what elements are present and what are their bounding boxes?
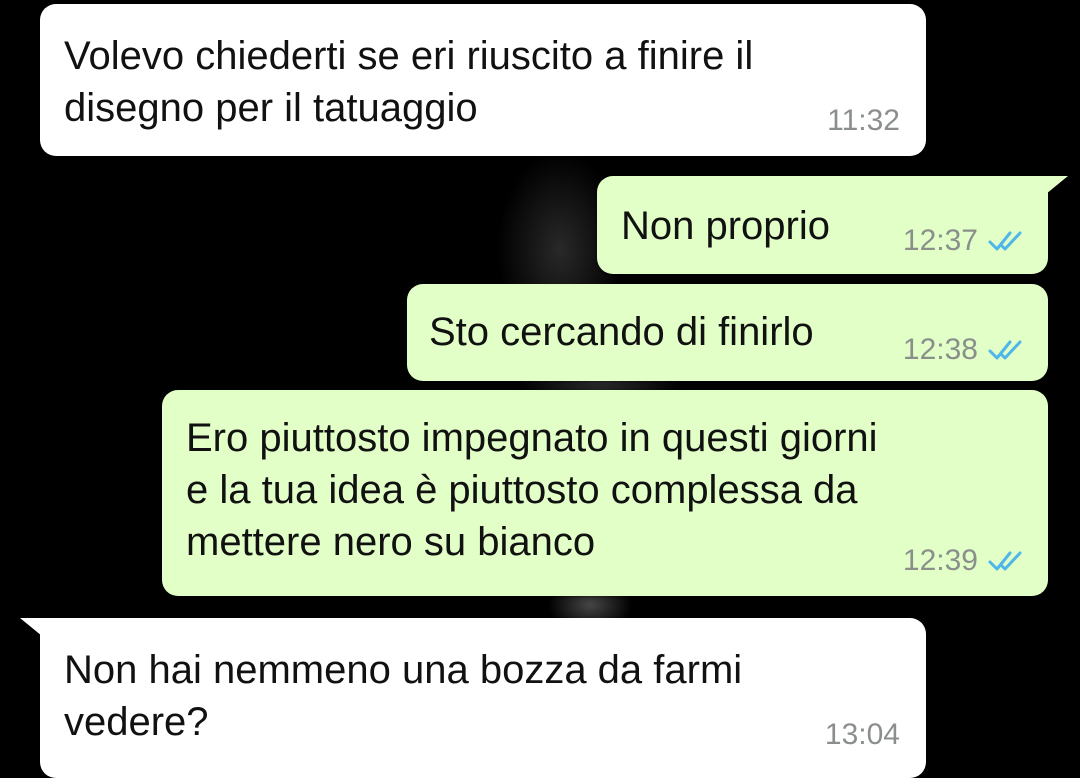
message-time: 11:32: [827, 104, 900, 137]
message-incoming[interactable]: Non hai nemmeno una bozza da farmi veder…: [40, 618, 926, 778]
message-outgoing[interactable]: Ero piuttosto impegnato in questi giorni…: [162, 390, 1048, 596]
message-text: Non hai nemmeno una bozza da farmi veder…: [64, 648, 743, 744]
message-text: Non proprio: [621, 204, 831, 248]
message-time: 12:39: [902, 544, 978, 577]
message-outgoing[interactable]: Non proprio 12:37: [597, 176, 1048, 274]
message-time: 12:38: [902, 333, 978, 366]
double-check-icon: [988, 230, 1024, 252]
message-meta: 11:32: [827, 104, 900, 138]
message-time: 12:37: [902, 224, 978, 257]
bubble-tail: [1046, 176, 1068, 194]
double-check-icon: [988, 339, 1024, 361]
message-text: Ero piuttosto impegnato in questi giorni…: [186, 416, 878, 564]
message-incoming[interactable]: Volevo chiederti se eri riuscito a finir…: [40, 4, 926, 156]
message-meta: 12:37: [903, 224, 1024, 258]
bubble-tail: [20, 618, 42, 636]
double-check-icon: [988, 550, 1024, 572]
message-meta: 13:04: [825, 718, 900, 752]
message-meta: 12:38: [903, 333, 1024, 367]
message-text: Volevo chiederti se eri riuscito a finir…: [64, 34, 754, 130]
message-time: 13:04: [824, 718, 900, 751]
message-meta: 12:39: [903, 544, 1024, 578]
message-text: Sto cercando di finirlo: [429, 310, 814, 354]
message-outgoing[interactable]: Sto cercando di finirlo 12:38: [407, 284, 1048, 381]
